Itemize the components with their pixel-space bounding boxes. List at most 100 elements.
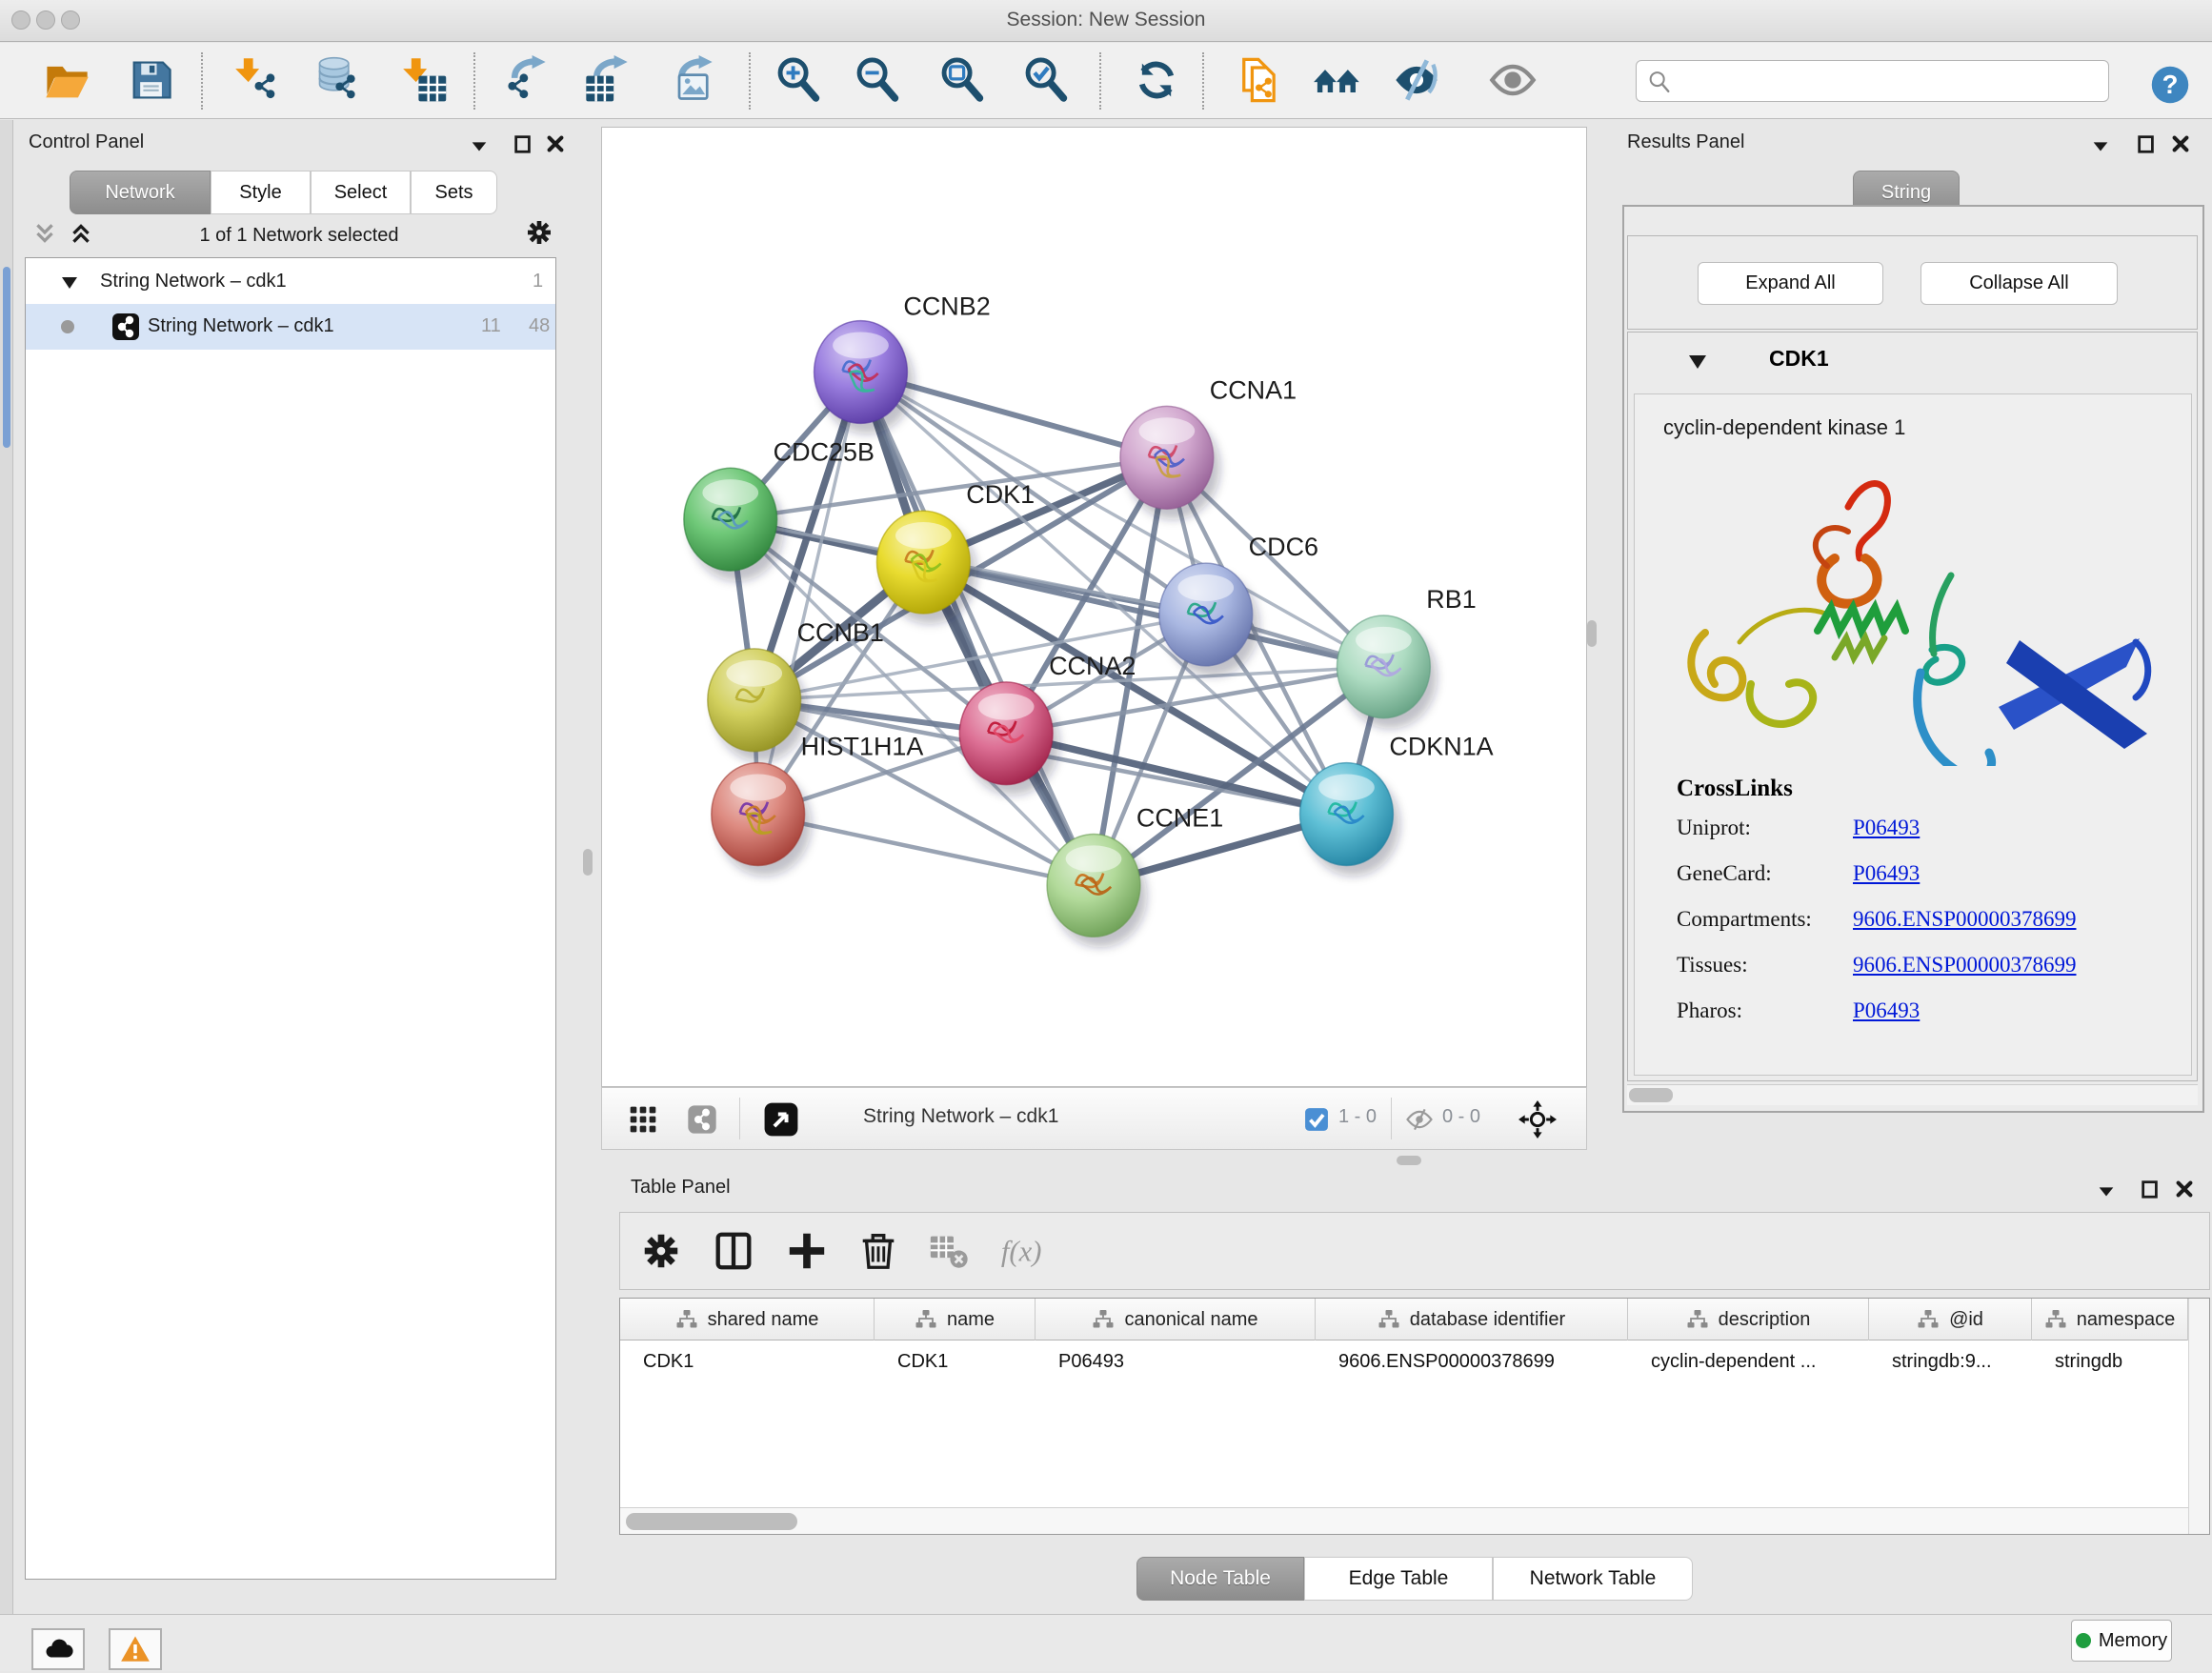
tab-edge-table[interactable]: Edge Table [1304, 1557, 1493, 1601]
show-eye-icon[interactable] [1488, 55, 1538, 105]
search-input[interactable] [1680, 65, 2100, 97]
cell-canonical-name[interactable]: P06493 [1036, 1340, 1316, 1382]
side-scroll-strip[interactable] [0, 120, 13, 1614]
open-in-window-icon[interactable] [763, 1101, 799, 1138]
node-CCNA1[interactable] [1120, 406, 1220, 519]
column-header-canonical-name[interactable]: canonical name [1036, 1299, 1316, 1340]
export-table-icon[interactable] [582, 55, 632, 105]
collapse-all-button[interactable]: Collapse All [1920, 262, 2118, 305]
warning-button[interactable] [109, 1628, 162, 1670]
hide-eye-icon[interactable] [1392, 55, 1441, 105]
column-header-name[interactable]: name [875, 1299, 1036, 1340]
node-CDC25B[interactable] [684, 468, 784, 581]
maximize-panel-icon[interactable] [513, 133, 533, 154]
gene-description: cyclin-dependent kinase 1 [1663, 415, 1905, 440]
section-collapse-icon[interactable] [1687, 353, 1708, 371]
expand-all-tree-icon[interactable] [69, 221, 93, 242]
edge-CCNB2-CCNE1[interactable] [860, 372, 1094, 885]
delete-table-icon[interactable] [927, 1229, 971, 1273]
network-share-icon[interactable] [687, 1104, 717, 1135]
tab-node-table[interactable]: Node Table [1136, 1557, 1304, 1601]
node-CCNA2[interactable] [959, 682, 1059, 796]
crosslink-row: Uniprot: P06493 [1677, 816, 2191, 840]
float-table-icon[interactable] [2096, 1180, 2117, 1201]
home-icon[interactable] [1313, 55, 1362, 105]
tab-select[interactable]: Select [311, 171, 411, 214]
cell-namespace[interactable]: stringdb [2032, 1340, 2188, 1382]
results-hscrollbar[interactable] [1627, 1084, 2198, 1105]
crosslink-link[interactable]: 9606.ENSP00000378699 [1853, 907, 2077, 932]
column-header-description[interactable]: description [1628, 1299, 1869, 1340]
export-image-icon[interactable] [667, 55, 716, 105]
node-RB1[interactable] [1337, 615, 1437, 729]
cell-database-identifier[interactable]: 9606.ENSP00000378699 [1316, 1340, 1628, 1382]
vertical-splitter-handle[interactable] [583, 849, 593, 876]
birdseye-crosshair-icon[interactable] [1518, 1100, 1557, 1139]
tab-network[interactable]: Network [70, 171, 211, 214]
close-panel-icon[interactable] [545, 133, 566, 154]
float-panel-icon[interactable] [469, 135, 490, 156]
cell-description[interactable]: cyclin-dependent ... [1628, 1340, 1869, 1382]
table-vscrollbar[interactable] [2188, 1299, 2209, 1534]
column-header--id[interactable]: @id [1869, 1299, 2032, 1340]
hidden-count: 0 - 0 [1442, 1106, 1480, 1128]
memory-button[interactable]: Memory [2071, 1620, 2172, 1662]
column-header-database-identifier[interactable]: database identifier [1316, 1299, 1628, 1340]
network-collection-row[interactable]: String Network – cdk1 1 [26, 260, 555, 306]
main-toolbar: ? [0, 43, 2212, 119]
expand-all-button[interactable]: Expand All [1698, 262, 1883, 305]
node-CCNB2[interactable] [814, 321, 915, 434]
float-results-icon[interactable] [2090, 135, 2111, 156]
export-network-icon[interactable] [500, 55, 550, 105]
selected-checkbox-icon[interactable] [1304, 1107, 1329, 1132]
close-table-icon[interactable] [2174, 1179, 2195, 1199]
help-button[interactable]: ? [2149, 64, 2191, 106]
crosslink-link[interactable]: P06493 [1853, 816, 1920, 840]
cell-shared-name[interactable]: CDK1 [620, 1340, 875, 1382]
crosslink-link[interactable]: P06493 [1853, 998, 1920, 1023]
gear-icon[interactable] [639, 1229, 683, 1273]
save-session-icon[interactable] [126, 55, 175, 105]
node-CCNE1[interactable] [1047, 835, 1147, 948]
collapse-icon[interactable] [60, 275, 79, 291]
add-icon[interactable] [785, 1229, 829, 1273]
cell--id[interactable]: stringdb:9... [1869, 1340, 2032, 1382]
zoom-selected-icon[interactable] [1021, 55, 1071, 105]
node-HIST1H1A[interactable] [712, 763, 812, 877]
table-hscrollbar[interactable] [620, 1507, 2188, 1534]
maximize-results-icon[interactable] [2136, 133, 2157, 154]
maximize-table-icon[interactable] [2140, 1179, 2161, 1199]
collapse-all-tree-icon[interactable] [32, 221, 57, 242]
grid-view-icon[interactable] [628, 1104, 658, 1135]
tab-style[interactable]: Style [211, 171, 311, 214]
trash-icon[interactable] [856, 1229, 900, 1273]
tab-sets[interactable]: Sets [411, 171, 497, 214]
node-CDKN1A[interactable] [1300, 763, 1400, 877]
crosslink-link[interactable]: 9606.ENSP00000378699 [1853, 953, 2077, 978]
zoom-out-icon[interactable] [853, 55, 902, 105]
gear-icon[interactable] [524, 217, 554, 248]
column-header-shared-name[interactable]: shared name [620, 1299, 875, 1340]
crosslink-link[interactable]: P06493 [1853, 861, 1920, 886]
copy-network-icon[interactable] [1235, 55, 1284, 105]
fx-icon[interactable]: f(x) [999, 1229, 1043, 1273]
node-label-CDKN1A: CDKN1A [1389, 733, 1493, 761]
cell-name[interactable]: CDK1 [875, 1340, 1036, 1382]
tab-network-table[interactable]: Network Table [1493, 1557, 1693, 1601]
column-network-icon [915, 1308, 937, 1331]
columns-icon[interactable] [712, 1229, 755, 1273]
column-header-namespace[interactable]: namespace [2032, 1299, 2188, 1340]
cloud-button[interactable] [31, 1628, 85, 1670]
refresh-icon[interactable] [1132, 55, 1181, 105]
network-row-selected[interactable]: String Network – cdk1 11 48 [26, 304, 555, 350]
zoom-fit-icon[interactable] [937, 55, 987, 105]
close-results-icon[interactable] [2170, 133, 2191, 154]
import-network-icon[interactable] [233, 55, 283, 105]
import-table-icon[interactable] [401, 55, 451, 105]
zoom-in-icon[interactable] [774, 55, 823, 105]
vertical-splitter-handle-right[interactable] [1587, 620, 1597, 647]
open-session-icon[interactable] [42, 55, 91, 105]
import-database-icon[interactable] [313, 55, 363, 105]
horizontal-splitter-handle[interactable] [1397, 1156, 1421, 1165]
network-canvas[interactable]: CCNB2CCNA1CDC25BCDK1CDC6RB1CCNB1CCNA2CDK… [601, 127, 1587, 1087]
